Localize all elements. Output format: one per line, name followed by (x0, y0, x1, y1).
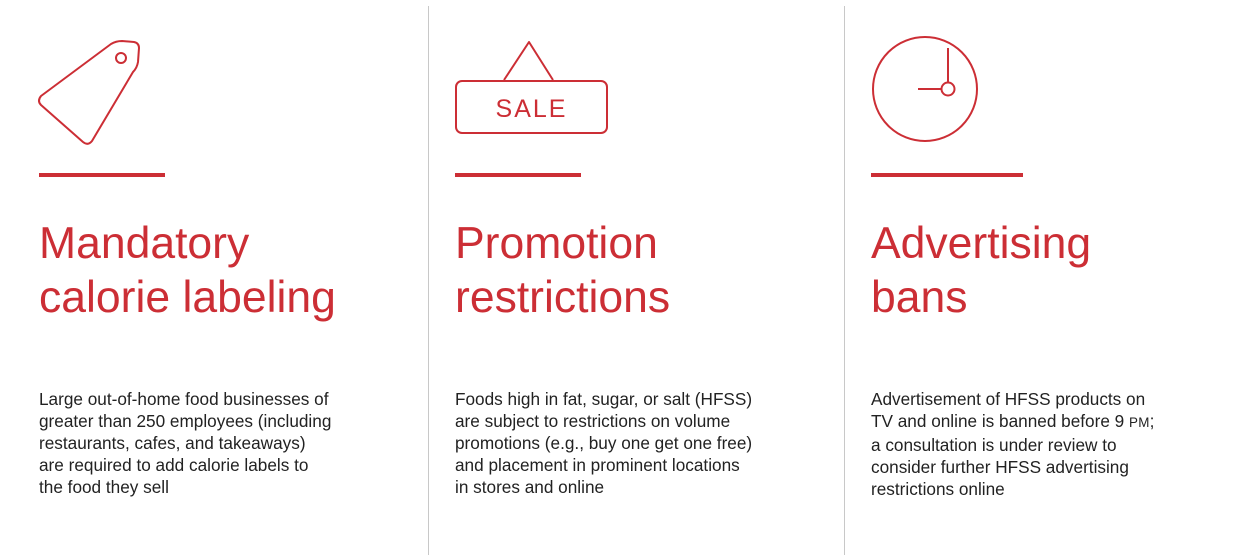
description-line-text: TV and online is banned before 9 (871, 411, 1125, 431)
description-line: TV and online is banned before 9 PM; (871, 410, 1216, 434)
description-line: restrictions online (871, 479, 1005, 499)
description-line: Foods high in fat, sugar, or salt (HFSS) (455, 389, 753, 409)
description-line: restaurants, cafes, and takeaways) (39, 433, 306, 453)
card-title-line: Advertising (871, 219, 1092, 268)
description-line: promotions (e.g., buy one get one free) (455, 433, 753, 453)
card-description: Advertisement of HFSS products on TV and… (871, 388, 1216, 500)
description-line: greater than 250 employees (including (39, 411, 332, 431)
clock-icon (872, 36, 978, 142)
column-divider-1 (428, 6, 429, 555)
card-promotion-restrictions: SALE Promotion restrictions Foods high i… (455, 0, 825, 555)
accent-rule (39, 173, 165, 177)
accent-rule (871, 173, 1023, 177)
description-line: Advertisement of HFSS products on (871, 389, 1146, 409)
sale-sign-icon: SALE (455, 41, 608, 134)
card-title-line: restrictions (455, 273, 671, 322)
card-description: Large out-of-home food businesses of gre… (39, 388, 384, 498)
description-line: are subject to restrictions on volume (455, 411, 731, 431)
card-title-line: calorie labeling (39, 273, 336, 322)
description-line: consider further HFSS advertising (871, 457, 1129, 477)
time-punct: ; (1149, 411, 1155, 431)
description-line: the food they sell (39, 477, 169, 497)
description-line: Large out-of-home food businesses of (39, 389, 329, 409)
card-description: Foods high in fat, sugar, or salt (HFSS)… (455, 388, 800, 498)
time-suffix: PM (1129, 415, 1150, 430)
price-tag-icon (38, 40, 140, 145)
card-title-line: Promotion (455, 219, 658, 268)
card-title: Advertising bans (871, 217, 1231, 325)
column-divider-2 (844, 6, 845, 555)
description-line: in stores and online (455, 477, 605, 497)
accent-rule (455, 173, 581, 177)
card-title: Mandatory calorie labeling (39, 217, 399, 325)
card-title-line: Mandatory (39, 219, 250, 268)
card-title-line: bans (871, 273, 968, 322)
card-advertising-bans: Advertising bans Advertisement of HFSS p… (871, 0, 1235, 555)
card-title: Promotion restrictions (455, 217, 815, 325)
description-line: and placement in prominent locations (455, 455, 740, 475)
description-line: a consultation is under review to (871, 435, 1117, 455)
card-calorie-labeling: Mandatory calorie labeling Large out-of-… (38, 0, 409, 555)
sale-text: SALE (496, 95, 568, 123)
description-line: are required to add calorie labels to (39, 455, 309, 475)
